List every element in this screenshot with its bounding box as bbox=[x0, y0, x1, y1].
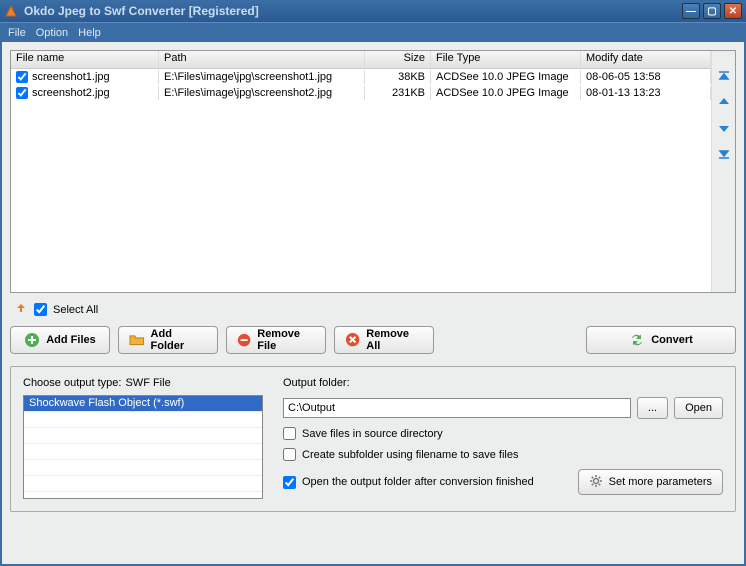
output-folder-input[interactable] bbox=[283, 398, 631, 418]
up-folder-icon[interactable] bbox=[14, 301, 28, 318]
list-item bbox=[24, 476, 262, 492]
cell-size: 38KB bbox=[365, 70, 431, 84]
menubar: File Option Help bbox=[0, 22, 746, 42]
row-checkbox[interactable] bbox=[16, 71, 28, 83]
reorder-buttons bbox=[711, 51, 735, 292]
add-files-button[interactable]: Add Files bbox=[10, 326, 110, 354]
convert-icon bbox=[629, 332, 645, 348]
browse-button[interactable]: ... bbox=[637, 397, 668, 419]
output-type-current: SWF File bbox=[125, 377, 170, 389]
col-header-name[interactable]: File name bbox=[11, 51, 159, 68]
remove-all-button[interactable]: Remove All bbox=[334, 326, 434, 354]
select-all-checkbox[interactable] bbox=[34, 303, 47, 316]
app-icon bbox=[4, 4, 18, 18]
output-folder-label: Output folder: bbox=[283, 377, 723, 389]
output-type-label: Choose output type: bbox=[23, 377, 121, 389]
list-item bbox=[24, 460, 262, 476]
list-item bbox=[24, 412, 262, 428]
cell-path: E:\Files\image\jpg\screenshot2.jpg bbox=[159, 86, 365, 100]
move-bottom-button[interactable] bbox=[715, 145, 733, 163]
folder-icon bbox=[129, 332, 145, 348]
move-top-button[interactable] bbox=[715, 67, 733, 85]
cell-date: 08-01-13 13:23 bbox=[581, 86, 711, 100]
cell-name: screenshot2.jpg bbox=[32, 87, 110, 99]
menu-help[interactable]: Help bbox=[78, 27, 101, 39]
table-row[interactable]: screenshot2.jpg E:\Files\image\jpg\scree… bbox=[11, 85, 711, 101]
cell-type: ACDSee 10.0 JPEG Image bbox=[431, 86, 581, 100]
list-item[interactable]: Shockwave Flash Object (*.swf) bbox=[24, 396, 262, 412]
menu-file[interactable]: File bbox=[8, 27, 26, 39]
col-header-type[interactable]: File Type bbox=[431, 51, 581, 68]
x-icon bbox=[345, 332, 360, 348]
select-all-label: Select All bbox=[53, 304, 98, 316]
more-parameters-button[interactable]: Set more parameters bbox=[578, 469, 723, 495]
settings-panel: Choose output type: SWF File Shockwave F… bbox=[10, 366, 736, 512]
subfolder-label: Create subfolder using filename to save … bbox=[302, 449, 518, 461]
cell-date: 08-06-05 13:58 bbox=[581, 70, 711, 84]
cell-size: 231KB bbox=[365, 86, 431, 100]
open-folder-button[interactable]: Open bbox=[674, 397, 723, 419]
save-source-label: Save files in source directory bbox=[302, 428, 443, 440]
add-folder-button[interactable]: Add Folder bbox=[118, 326, 218, 354]
file-table: File name Path Size File Type Modify dat… bbox=[10, 50, 736, 293]
minimize-button[interactable]: — bbox=[682, 3, 700, 19]
save-source-checkbox[interactable] bbox=[283, 427, 296, 440]
plus-icon bbox=[24, 332, 40, 348]
window-title: Okdo Jpeg to Swf Converter [Registered] bbox=[24, 4, 682, 18]
close-button[interactable]: ✕ bbox=[724, 3, 742, 19]
open-after-checkbox[interactable] bbox=[283, 476, 296, 489]
subfolder-checkbox[interactable] bbox=[283, 448, 296, 461]
cell-name: screenshot1.jpg bbox=[32, 71, 110, 83]
cell-path: E:\Files\image\jpg\screenshot1.jpg bbox=[159, 70, 365, 84]
table-header: File name Path Size File Type Modify dat… bbox=[11, 51, 711, 69]
table-row[interactable]: screenshot1.jpg E:\Files\image\jpg\scree… bbox=[11, 69, 711, 85]
output-type-list[interactable]: Shockwave Flash Object (*.swf) bbox=[23, 395, 263, 499]
gear-icon bbox=[589, 474, 603, 491]
list-item bbox=[24, 428, 262, 444]
remove-file-button[interactable]: Remove File bbox=[226, 326, 326, 354]
menu-option[interactable]: Option bbox=[36, 27, 68, 39]
row-checkbox[interactable] bbox=[16, 87, 28, 99]
move-down-button[interactable] bbox=[715, 119, 733, 137]
col-header-path[interactable]: Path bbox=[159, 51, 365, 68]
cell-type: ACDSee 10.0 JPEG Image bbox=[431, 70, 581, 84]
minus-icon bbox=[237, 332, 251, 348]
maximize-button[interactable]: ▢ bbox=[703, 3, 721, 19]
convert-button[interactable]: Convert bbox=[586, 326, 736, 354]
col-header-date[interactable]: Modify date bbox=[581, 51, 711, 68]
open-after-label: Open the output folder after conversion … bbox=[302, 476, 534, 488]
col-header-size[interactable]: Size bbox=[365, 51, 431, 68]
list-item bbox=[24, 444, 262, 460]
move-up-button[interactable] bbox=[715, 93, 733, 111]
table-body: screenshot1.jpg E:\Files\image\jpg\scree… bbox=[11, 69, 711, 292]
titlebar: Okdo Jpeg to Swf Converter [Registered] … bbox=[0, 0, 746, 22]
